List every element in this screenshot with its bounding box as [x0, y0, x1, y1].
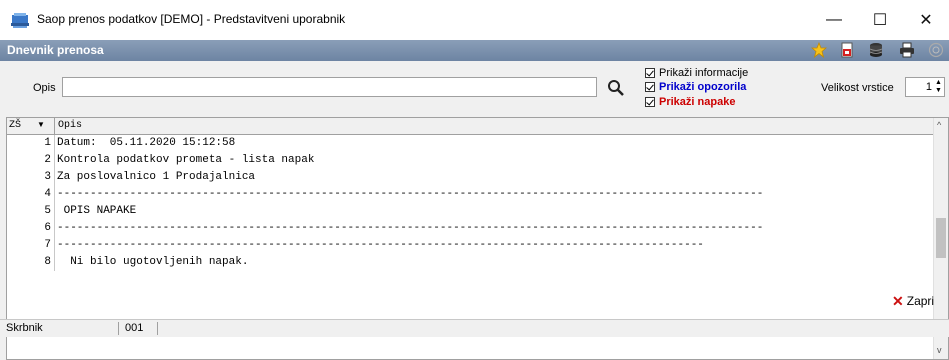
column-divider [54, 237, 55, 254]
row-text: ----------------------------------------… [57, 222, 764, 234]
column-divider [54, 186, 55, 203]
row-number: 4 [44, 188, 51, 200]
opis-input[interactable] [62, 77, 597, 97]
row-number: 3 [44, 171, 51, 183]
column-divider[interactable] [54, 118, 55, 134]
export-pdf-icon[interactable] [839, 42, 855, 58]
checkbox-checked-icon[interactable] [645, 67, 655, 78]
table-row[interactable]: 2 Kontrola podatkov prometa - lista napak [7, 152, 935, 169]
table-row[interactable]: 4 ---------------------------------------… [7, 186, 935, 203]
checkbox-prikazi-opozorila[interactable]: Prikaži opozorila [645, 80, 746, 93]
table-row[interactable]: 6 ---------------------------------------… [7, 220, 935, 237]
minimize-icon: — [826, 11, 842, 28]
status-divider [157, 322, 158, 335]
row-size-value: 1 [925, 81, 932, 93]
checkbox-checked-icon[interactable] [645, 96, 655, 107]
row-size-label: Velikost vrstice [821, 82, 894, 94]
checkbox-label: Prikaži napake [659, 95, 736, 108]
row-text: Datum: 05.11.2020 15:12:58 [57, 137, 236, 149]
row-text: Ni bilo ugotovljenih napak. [57, 256, 249, 268]
table-row[interactable]: 1 Datum: 05.11.2020 15:12:58 [7, 135, 935, 152]
row-text: ----------------------------------------… [57, 188, 764, 200]
close-icon: ✕ [919, 12, 933, 29]
row-number: 7 [44, 239, 51, 251]
status-user: Skrbnik [6, 322, 43, 334]
opis-label: Opis [33, 82, 56, 94]
search-icon[interactable] [606, 78, 626, 98]
row-size-stepper[interactable]: 1 ▲ ▼ [905, 77, 945, 97]
checkbox-label: Prikaži opozorila [659, 80, 747, 93]
help-icon[interactable] [928, 42, 944, 58]
checkbox-prikazi-informacije[interactable]: Prikaži informacije [645, 66, 748, 79]
scrollbar-thumb[interactable] [936, 218, 946, 258]
grid-header: ZŠ ▼ Opis [7, 118, 935, 135]
window-title: Saop prenos podatkov [DEMO] - Predstavit… [37, 12, 346, 26]
table-row[interactable]: 7 ---------------------------------------… [7, 237, 935, 254]
stepper-arrows-icon[interactable]: ▲ ▼ [934, 79, 943, 95]
row-number: 6 [44, 222, 51, 234]
checkbox-label: Prikaži informacije [659, 66, 749, 79]
row-text: ----------------------------------------… [57, 239, 704, 251]
table-row[interactable]: 3 Za poslovalnico 1 Prodajalnica [7, 169, 935, 186]
status-bar: Skrbnik 001 [0, 319, 949, 337]
zapri-button[interactable]: ✕ Zapri [892, 292, 934, 310]
print-icon[interactable] [899, 42, 915, 58]
row-number: 8 [44, 256, 51, 268]
column-divider [54, 169, 55, 186]
row-number: 2 [44, 154, 51, 166]
database-icon[interactable] [868, 42, 884, 58]
scroll-down-icon[interactable]: v [937, 345, 942, 355]
row-text: OPIS NAPAKE [57, 205, 137, 217]
close-x-icon: ✕ [892, 292, 904, 309]
row-number: 1 [44, 137, 51, 149]
close-window-button[interactable]: ✕ [903, 0, 949, 40]
row-number: 5 [44, 205, 51, 217]
zapri-label: Zapri [906, 294, 935, 308]
table-row[interactable]: 8 Ni bilo ugotovljenih napak. [7, 254, 935, 271]
grid-rows: 1 Datum: 05.11.2020 15:12:58 2 Kontrola pod… [7, 135, 935, 271]
sort-down-icon[interactable]: ▼ [37, 120, 45, 129]
maximize-icon: ☐ [872, 12, 888, 29]
column-divider [54, 220, 55, 237]
scroll-up-icon[interactable]: ^ [937, 120, 941, 130]
column-divider [54, 152, 55, 169]
column-divider [54, 135, 55, 152]
panel-title: Dnevnik prenosa [7, 43, 104, 57]
checkbox-checked-icon[interactable] [645, 81, 655, 92]
column-header-zs[interactable]: ZŠ [9, 120, 21, 131]
minimize-button[interactable]: — [811, 0, 857, 40]
column-header-opis[interactable]: Opis [58, 120, 82, 131]
row-text: Za poslovalnico 1 Prodajalnica [57, 171, 256, 183]
panel-header: Dnevnik prenosa [0, 40, 949, 61]
checkbox-prikazi-napake[interactable]: Prikaži napake [645, 95, 735, 108]
row-text: Kontrola podatkov prometa - lista napak [57, 154, 315, 166]
table-row[interactable]: 5 OPIS NAPAKE [7, 203, 935, 220]
star-icon[interactable] [811, 42, 827, 58]
status-code: 001 [125, 322, 144, 334]
title-bar: Saop prenos podatkov [DEMO] - Predstavit… [0, 0, 949, 40]
status-divider [118, 322, 119, 335]
maximize-button[interactable]: ☐ [857, 0, 903, 40]
column-divider [54, 203, 55, 220]
app-icon [11, 13, 29, 28]
column-divider [54, 254, 55, 271]
